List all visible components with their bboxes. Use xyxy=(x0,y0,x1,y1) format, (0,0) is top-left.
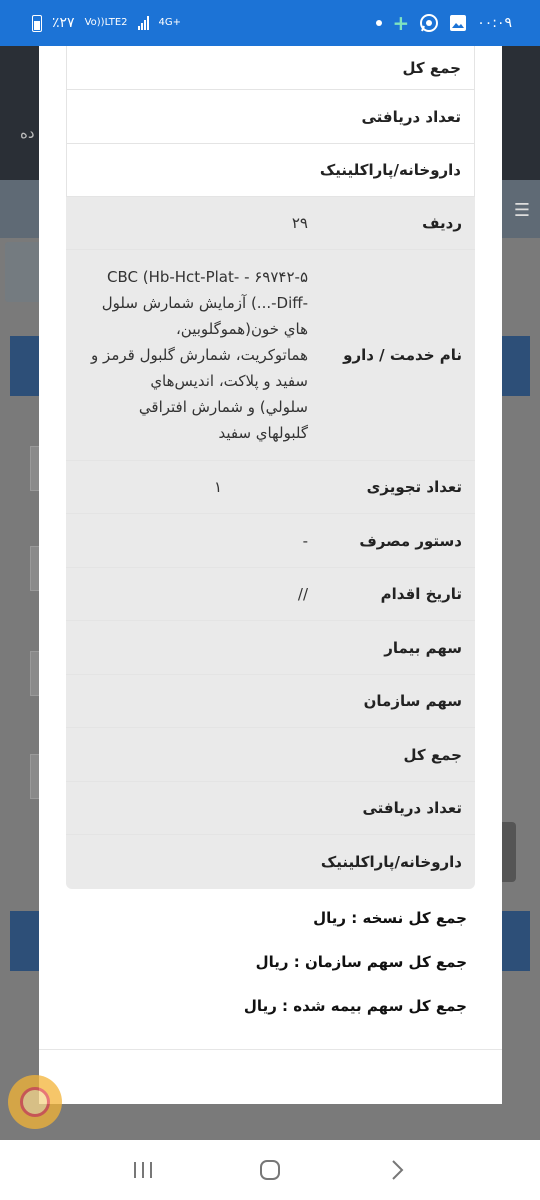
battery-icon xyxy=(32,14,42,32)
insured-share-total: جمع کل سهم بیمه شده : ریال xyxy=(243,997,467,1015)
row-value: ۲۹ xyxy=(291,214,308,232)
row-label: تعداد تجویزی xyxy=(366,478,462,496)
volte-indicator: Vo)) LTE2 xyxy=(85,18,128,28)
assistant-bubble[interactable] xyxy=(8,1075,62,1129)
row-value: - xyxy=(302,531,308,550)
menu-icon: ☰ xyxy=(513,200,530,221)
recent-apps-icon xyxy=(134,1162,153,1178)
recent-apps-button[interactable] xyxy=(123,1150,163,1190)
row-label: سهم بیمار xyxy=(384,638,462,657)
modal-dialog: جمع کل تعداد دریافتی داروخانه/پاراکلینیک… xyxy=(39,46,502,1104)
table-row: ردیف ۲۹ xyxy=(66,197,475,250)
row-label: جمع کل xyxy=(402,58,461,77)
row-label: تعداد دریافتی xyxy=(362,799,462,817)
gallery-icon xyxy=(449,14,467,32)
status-right: + ۰۰:۰۹ xyxy=(376,11,512,35)
row-value xyxy=(66,782,322,834)
background-header-text: ده xyxy=(20,124,35,142)
home-icon xyxy=(259,1160,280,1180)
row-label: داروخانه/پاراکلینیک xyxy=(319,161,461,179)
table-row: سهم سازمان xyxy=(66,675,475,728)
row-label: تاریخ اقدام xyxy=(380,585,462,603)
lte-label: LTE2 xyxy=(104,17,128,28)
row-label: داروخانه/پاراکلینیک xyxy=(320,853,462,871)
row-label: جمع کل xyxy=(403,745,462,764)
table-row: سهم بیمار xyxy=(66,621,475,675)
table-row: نام خدمت / دارو CBC (Hb-Hct-Plat- - ۶۹۷۴… xyxy=(66,250,475,461)
battery-level: ٪۲۷ xyxy=(52,15,75,31)
table-row: تاریخ اقدام // xyxy=(66,568,475,621)
service-table: جمع کل تعداد دریافتی داروخانه/پاراکلینیک… xyxy=(66,46,475,889)
back-button[interactable] xyxy=(377,1150,417,1190)
row-value: CBC (Hb-Hct-Plat- - ۶۹۷۴۲-۵ -Diff-...) آ… xyxy=(91,268,308,442)
table-row: تعداد تجویزی ۱ xyxy=(66,461,475,514)
volte-label: Vo)) xyxy=(84,17,105,28)
back-icon xyxy=(391,1160,404,1180)
home-button[interactable] xyxy=(250,1150,290,1190)
row-value xyxy=(66,675,322,727)
row-label: نام خدمت / دارو xyxy=(343,346,462,364)
clock: ۰۰:۰۹ xyxy=(477,15,512,31)
row-label: تعداد دریافتی xyxy=(361,107,461,126)
table-row: جمع کل xyxy=(66,728,475,782)
row-value: ۱ xyxy=(213,478,222,496)
table-row: داروخانه/پاراکلینیک xyxy=(66,835,475,889)
table-row: تعداد دریافتی xyxy=(66,90,475,144)
row-value xyxy=(66,728,322,781)
status-bar: ٪۲۷ Vo)) LTE2 4G+ + ۰۰:۰۹ xyxy=(0,0,540,46)
row-label: ردیف xyxy=(422,214,462,232)
prescription-total: جمع کل نسخه : ریال xyxy=(313,909,467,927)
row-label: سهم سازمان xyxy=(363,692,462,710)
row-value xyxy=(66,621,322,674)
whatsapp-icon xyxy=(419,13,439,33)
organization-share-total: جمع کل سهم سازمان : ریال xyxy=(255,953,467,971)
background-card-header xyxy=(10,911,40,971)
dot-icon xyxy=(376,20,383,26)
row-value: // xyxy=(297,585,308,603)
table-row: داروخانه/پاراکلینیک xyxy=(66,144,475,197)
totals-section: جمع کل نسخه : ریال جمع کل سهم سازمان : ر… xyxy=(47,896,467,1028)
signal-icon xyxy=(137,16,149,30)
network-4g-label: 4G+ xyxy=(158,17,182,28)
status-left: ٪۲۷ Vo)) LTE2 4G+ xyxy=(32,14,182,32)
modal-footer-divider xyxy=(39,1049,502,1050)
system-nav-bar xyxy=(0,1140,540,1200)
row-label: دستور مصرف xyxy=(359,531,462,550)
table-row: جمع کل xyxy=(66,46,475,90)
assistant-icon xyxy=(20,1087,50,1117)
table-row: دستور مصرف - xyxy=(66,514,475,568)
background-card-header xyxy=(10,336,40,396)
plus-icon: + xyxy=(392,11,410,35)
table-row: تعداد دریافتی xyxy=(66,782,475,835)
